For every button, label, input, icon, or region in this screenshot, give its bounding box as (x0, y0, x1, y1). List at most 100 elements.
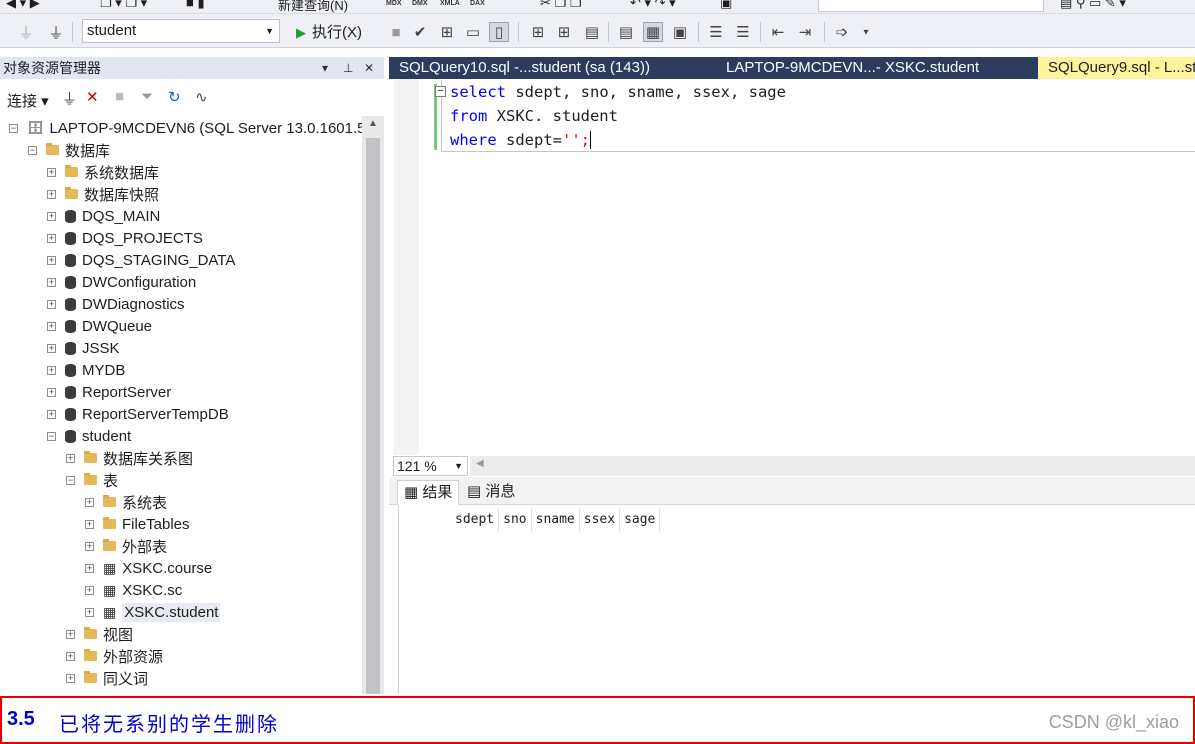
database-selector[interactable]: student ▼ (82, 19, 280, 43)
tab-messages[interactable]: ▤ 消息 (461, 480, 521, 505)
expand-icon[interactable]: + (47, 211, 56, 221)
pin-icon[interactable]: ⊥ (343, 57, 353, 79)
tree-node[interactable]: + 系统数据库 (47, 161, 159, 183)
activity-monitor-icon[interactable]: ∿ (195, 88, 208, 106)
dmx-query-icon[interactable]: DMX (412, 0, 428, 11)
column-header[interactable]: sno (499, 508, 532, 532)
expand-icon[interactable]: + (85, 519, 94, 529)
tree-node[interactable]: − student (47, 425, 131, 447)
comment-icon[interactable]: ☰ (706, 22, 726, 42)
tree-node[interactable]: + 数据库关系图 (66, 447, 193, 469)
uncomment-icon[interactable]: ☰ (733, 22, 753, 42)
tree-node[interactable]: + ReportServer (47, 381, 171, 403)
code-line-1[interactable]: select sdept, sno, sname, ssex, sage (450, 80, 786, 104)
column-header[interactable]: ssex (579, 508, 621, 532)
expand-icon[interactable]: + (47, 189, 56, 199)
expand-icon[interactable]: + (85, 541, 94, 551)
tab-results[interactable]: ▦ 结果 (397, 480, 460, 505)
collapse-icon[interactable]: − (28, 145, 37, 155)
results-to-grid-icon[interactable]: ▯ (489, 22, 509, 42)
new-project-icon[interactable]: ❐ ▾ ❐ ▾ (100, 0, 147, 11)
close-icon[interactable]: ✕ (364, 57, 374, 79)
tree-node[interactable]: + FileTables (85, 513, 190, 535)
xmla-query-icon[interactable]: XMLA (440, 0, 460, 11)
expand-icon[interactable]: + (66, 629, 75, 639)
cut-icon[interactable]: ✂ ❐ ❐ (540, 0, 581, 11)
tree-node[interactable]: + DWQueue (47, 315, 152, 337)
expand-icon[interactable]: + (47, 409, 56, 419)
tab-sqlquery9[interactable]: SQLQuery9.sql - L...student (sa (116)) (1038, 57, 1195, 79)
results-to-text-icon[interactable]: ▤ (616, 22, 636, 42)
collapse-icon[interactable]: − (9, 123, 18, 133)
expand-icon[interactable]: + (47, 387, 56, 397)
back-icon[interactable]: ◀ ▾ ▶ (6, 0, 40, 11)
tree-node[interactable]: + MYDB (47, 359, 125, 381)
tree-node[interactable]: + DQS_PROJECTS (47, 227, 203, 249)
results-to-file-icon[interactable]: ▣ (670, 22, 690, 42)
scroll-left-icon[interactable]: ◀ (476, 458, 484, 469)
expand-icon[interactable]: + (47, 255, 56, 265)
collapse-icon[interactable]: − (66, 475, 75, 485)
tree-node[interactable]: − 🗄 LAPTOP-9MCDEVN6 (SQL Server 13.0.1601.… (9, 117, 362, 139)
tree-node[interactable]: + ▦ XSKC.sc (85, 579, 182, 601)
expand-icon[interactable]: + (85, 585, 94, 595)
tab-sqlquery10[interactable]: SQLQuery10.sql -...student (sa (143)) (389, 57, 714, 79)
expand-icon[interactable]: + (47, 167, 56, 177)
collapse-icon[interactable]: − (435, 86, 446, 97)
tree-node[interactable]: + ▦ XSKC.course (85, 557, 212, 579)
tree-node[interactable]: + DQS_MAIN (47, 205, 160, 227)
toolbar-overflow-icon[interactable]: ▾ (856, 22, 876, 42)
tree-node[interactable]: + 外部表 (85, 535, 167, 557)
tree-node[interactable]: + ReportServerTempDB (47, 403, 229, 425)
expand-icon[interactable]: + (47, 343, 56, 353)
new-query-button[interactable]: 新建查询(N) (278, 0, 348, 13)
tree-node[interactable]: − 数据库 (28, 139, 110, 161)
expand-icon[interactable]: + (85, 497, 94, 507)
tree-node[interactable]: + DWDiagnostics (47, 293, 185, 315)
connect-dropdown[interactable]: 连接 ▾ (7, 90, 49, 111)
column-header[interactable]: sdept (451, 508, 500, 532)
filter-icon[interactable]: ⏷ (141, 88, 153, 105)
tree-node[interactable]: + DQS_STAGING_DATA (47, 249, 235, 271)
decrease-indent-icon[interactable]: ⇤ (768, 22, 788, 42)
tree-node[interactable]: + 同义词 (66, 667, 148, 689)
estimated-plan-icon[interactable]: ⊞ (437, 22, 457, 42)
code-line-2[interactable]: from XSKC. student (450, 104, 618, 128)
expand-icon[interactable]: + (47, 299, 56, 309)
parse-icon[interactable]: ✔ (410, 22, 430, 42)
tree-node[interactable]: − 表 (66, 469, 118, 491)
tree-node[interactable]: + DWConfiguration (47, 271, 196, 293)
expand-icon[interactable]: + (47, 321, 56, 331)
client-statistics-icon[interactable]: ▤ (582, 22, 602, 42)
tree-node[interactable]: + 外部资源 (66, 645, 163, 667)
stop-icon[interactable]: ■ (115, 88, 124, 105)
change-connection-icon[interactable]: ⏚ (46, 22, 66, 42)
expand-icon[interactable]: + (66, 673, 75, 683)
results-grid[interactable]: sdept sno sname ssex sage (398, 505, 1195, 694)
tree-node[interactable]: + 系统表 (85, 491, 167, 513)
zoom-select[interactable]: 121 % ▼ (393, 456, 468, 476)
tree-node[interactable]: + JSSK (47, 337, 120, 359)
tree-scrollbar[interactable]: ▲ (362, 116, 384, 694)
mdx-query-icon[interactable]: MDX (386, 0, 402, 11)
undo-icon[interactable]: ↶ ▾ ↷ ▾ (630, 0, 676, 11)
expand-icon[interactable]: + (85, 607, 94, 617)
column-header[interactable]: sage (620, 508, 661, 532)
disconnect-icon[interactable]: ✕ (86, 88, 99, 106)
find-icon[interactable]: ▣ (720, 0, 732, 11)
collapse-icon[interactable]: − (47, 431, 56, 441)
execute-button[interactable]: ▶ 执行(X) (296, 21, 362, 42)
editor-horizontal-scrollbar[interactable]: ◀ (470, 456, 1195, 476)
live-statistics-icon[interactable]: ⊞ (554, 22, 574, 42)
increase-indent-icon[interactable]: ⇥ (795, 22, 815, 42)
expand-icon[interactable]: + (66, 453, 75, 463)
find-combobox[interactable] (818, 0, 1044, 12)
include-plan-icon[interactable]: ⊞ (528, 22, 548, 42)
chevron-down-icon[interactable]: ▾ (322, 57, 328, 79)
refresh-icon[interactable]: ↻ (168, 88, 181, 106)
specify-values-icon[interactable]: ➩ (832, 22, 852, 42)
tab-xskc-student[interactable]: LAPTOP-9MCDEVN...- XSKC.student (716, 57, 1038, 79)
tree-node[interactable]: + 视图 (66, 623, 133, 645)
query-designer-icon[interactable]: ▭ (463, 22, 483, 42)
scrollbar-thumb[interactable] (366, 138, 380, 694)
